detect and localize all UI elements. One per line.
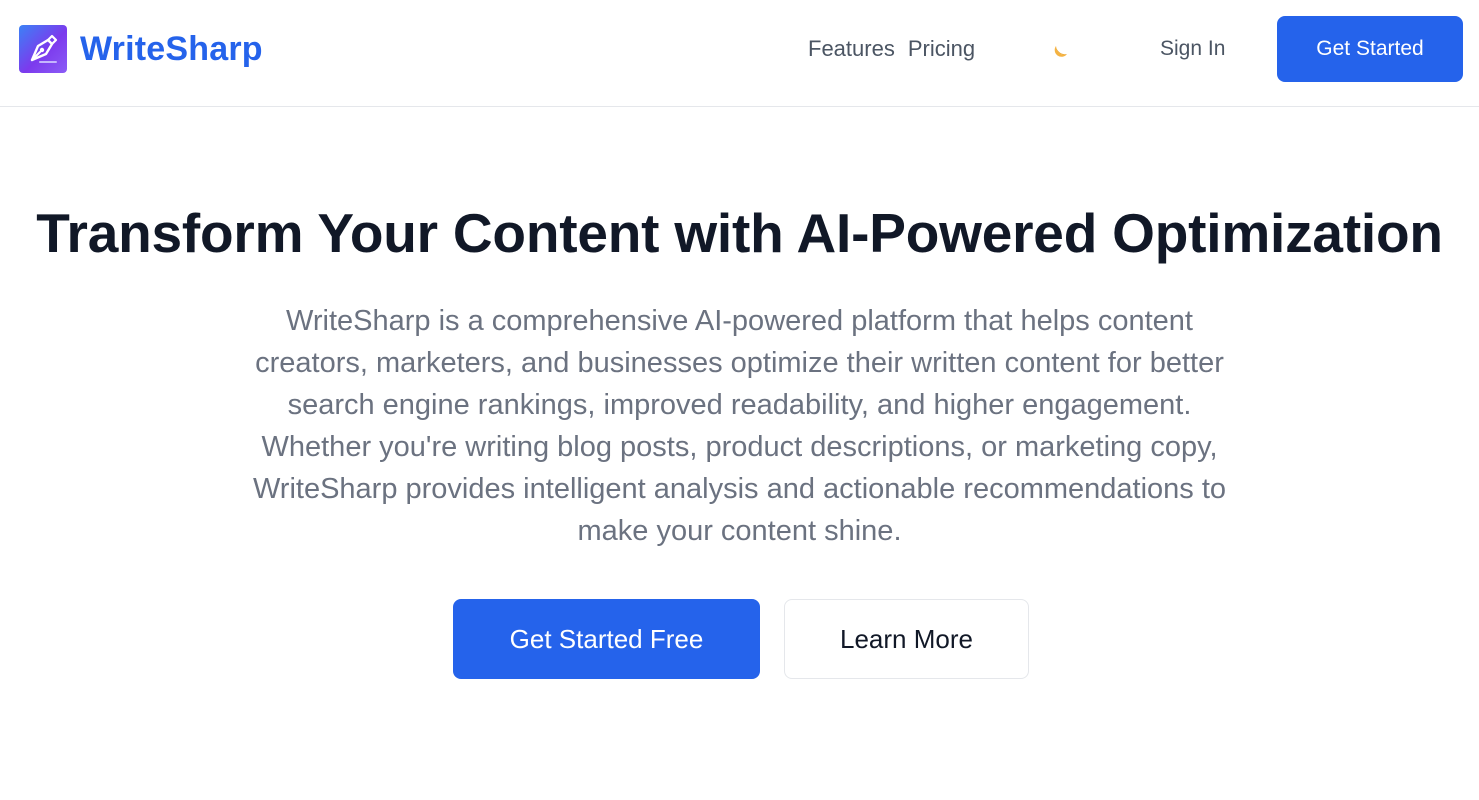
brand-name: WriteSharp <box>80 30 263 68</box>
theme-toggle-button[interactable] <box>1048 36 1076 64</box>
sign-in-link[interactable]: Sign In <box>1160 33 1225 65</box>
get-started-free-button[interactable]: Get Started Free <box>453 599 760 679</box>
brand-link[interactable]: WriteSharp <box>19 25 263 73</box>
nav-features-link[interactable]: Features <box>808 33 895 65</box>
learn-more-button[interactable]: Learn More <box>784 599 1029 679</box>
main-nav: Features Pricing <box>808 33 975 65</box>
nav-pricing-link[interactable]: Pricing <box>908 33 975 65</box>
moon-icon <box>1050 37 1074 64</box>
pen-nib-icon <box>19 25 67 73</box>
site-header: WriteSharp Features Pricing Sign In Get … <box>0 0 1479 107</box>
hero-title: Transform Your Content with AI-Powered O… <box>36 202 1443 264</box>
hero-description: WriteSharp is a comprehensive AI-powered… <box>252 305 1227 547</box>
get-started-button[interactable]: Get Started <box>1277 16 1463 82</box>
